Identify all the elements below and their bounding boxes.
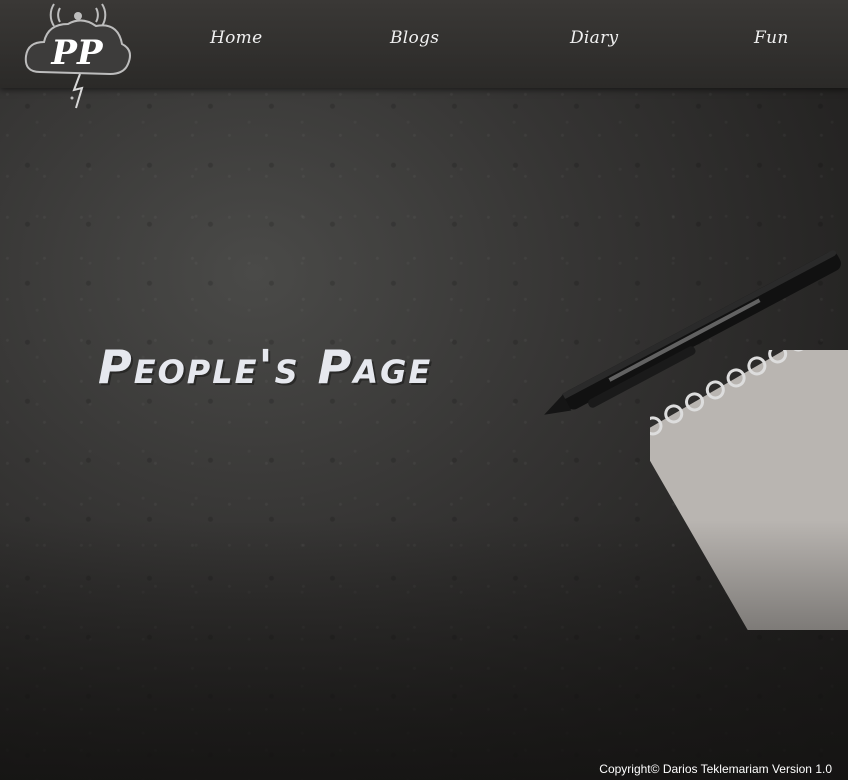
top-nav-bar: PP Home Blogs Diary Fun [0, 0, 848, 109]
svg-text:PP: PP [50, 33, 104, 73]
page-title: People's Page [98, 340, 433, 394]
nav-home-link[interactable]: Home [210, 28, 262, 48]
cloud-logo-icon[interactable]: PP [22, 2, 134, 112]
notebook-image [650, 350, 848, 630]
nav-fun-link[interactable]: Fun [754, 28, 789, 48]
nav-blogs-link[interactable]: Blogs [390, 28, 439, 48]
footer-copyright: Copyright© Darios Teklemariam Version 1.… [599, 762, 832, 776]
nav-diary-link[interactable]: Diary [570, 28, 618, 48]
